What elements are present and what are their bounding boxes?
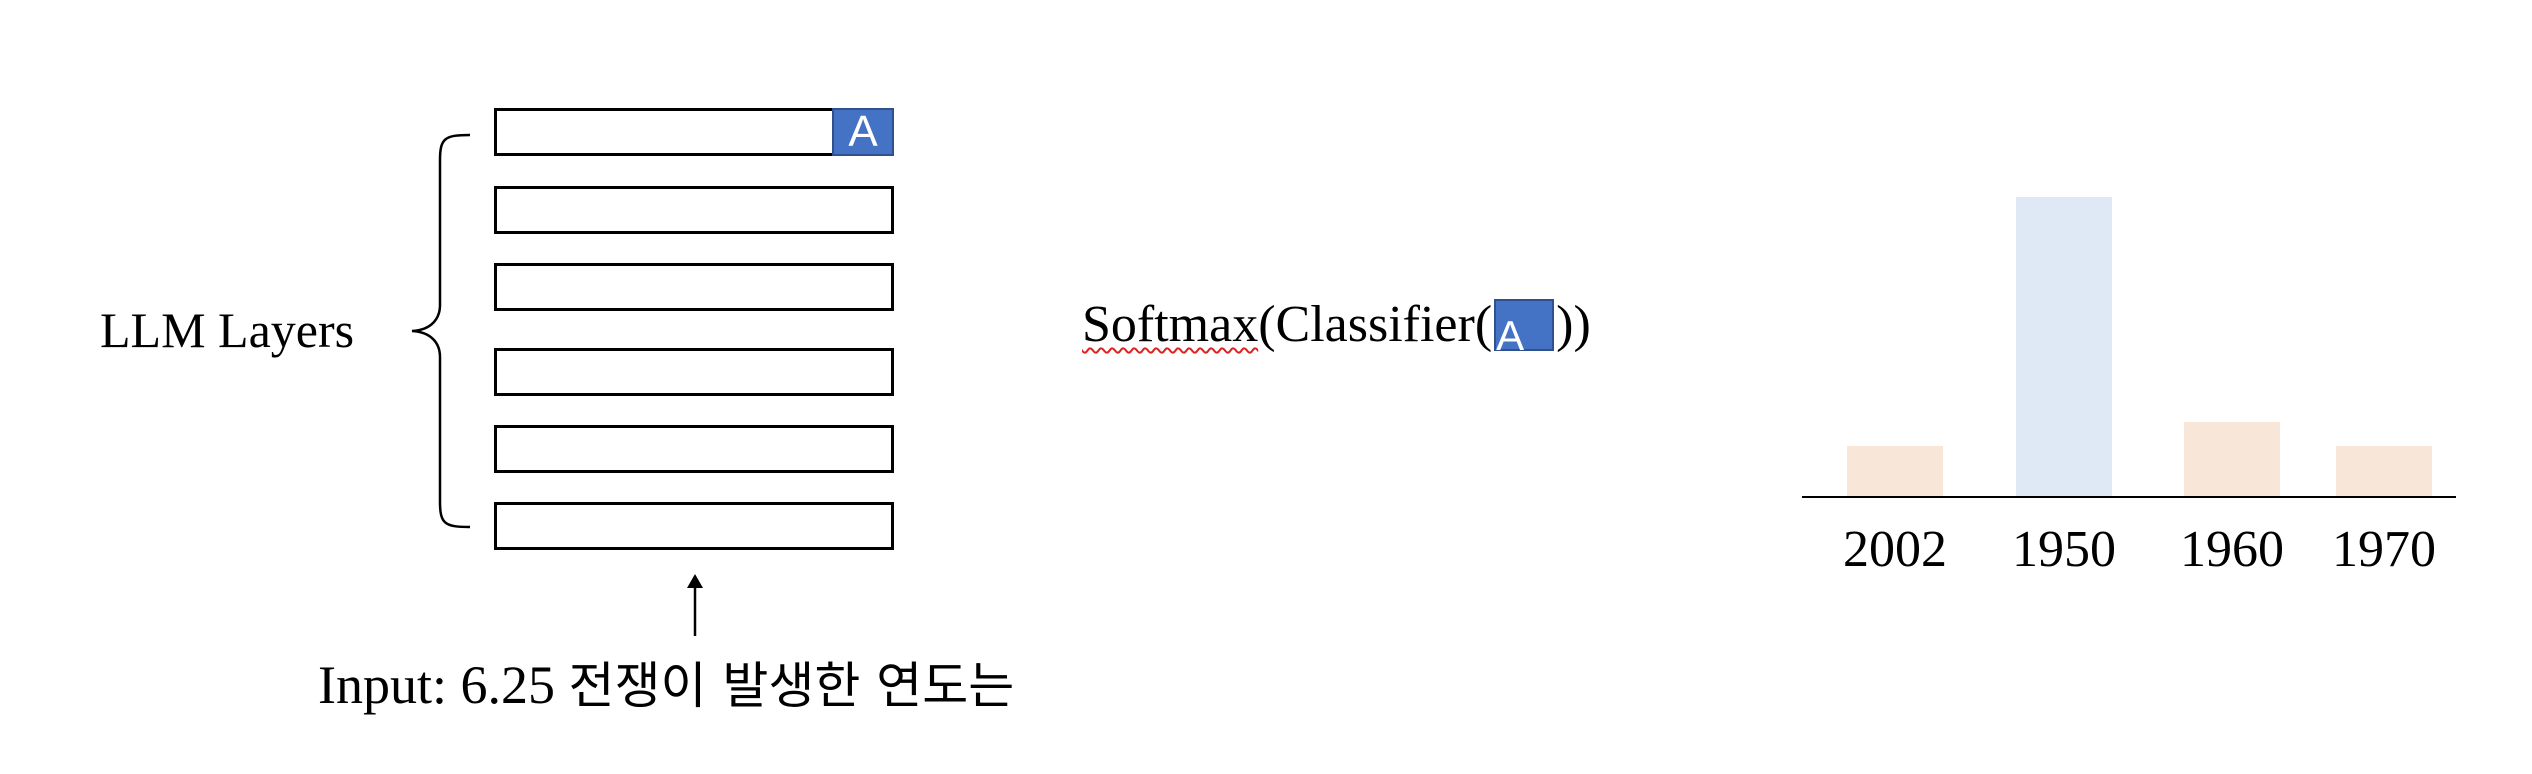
layer-box-6: A — [494, 107, 894, 156]
input-text: Input: 6.25 전쟁이 발생한 연도는 — [318, 650, 1014, 721]
llm-layers-label: LLM Layers — [100, 302, 355, 358]
token-a-output: A — [832, 107, 894, 156]
chart-svg — [1802, 197, 2456, 498]
layer-box-2 — [494, 425, 894, 473]
probability-chart: 2002 1950 1960 1970 — [1800, 180, 2480, 600]
formula-classifier: (Classifier( — [1258, 296, 1493, 353]
up-arrow-icon — [687, 574, 703, 636]
layer-box-5 — [494, 186, 894, 234]
bar-1950 — [2016, 197, 2112, 497]
bar-1970 — [2336, 446, 2432, 497]
formula-close: )) — [1556, 296, 1591, 353]
tick-label-1960: 1960 — [2180, 521, 2284, 578]
token-a-inline: A — [1494, 299, 1555, 359]
layer-box-3 — [494, 348, 894, 396]
bar-2002 — [1847, 446, 1943, 497]
bar-1960 — [2184, 422, 2280, 497]
input-prefix: Input: 6.25 — [318, 655, 569, 715]
formula-softmax: Softmax — [1082, 296, 1259, 353]
layer-box-1 — [494, 502, 894, 550]
curly-brace — [411, 133, 471, 529]
layer-box-4 — [494, 263, 894, 311]
tick-label-2002: 2002 — [1843, 521, 1947, 578]
tick-label-1950: 1950 — [2012, 521, 2116, 578]
input-korean-text: 전쟁이 발생한 연도는 — [568, 657, 1015, 715]
tick-label-1970: 1970 — [2332, 521, 2436, 578]
softmax-formula: Softmax (Classifier(A)) — [1082, 290, 1591, 360]
